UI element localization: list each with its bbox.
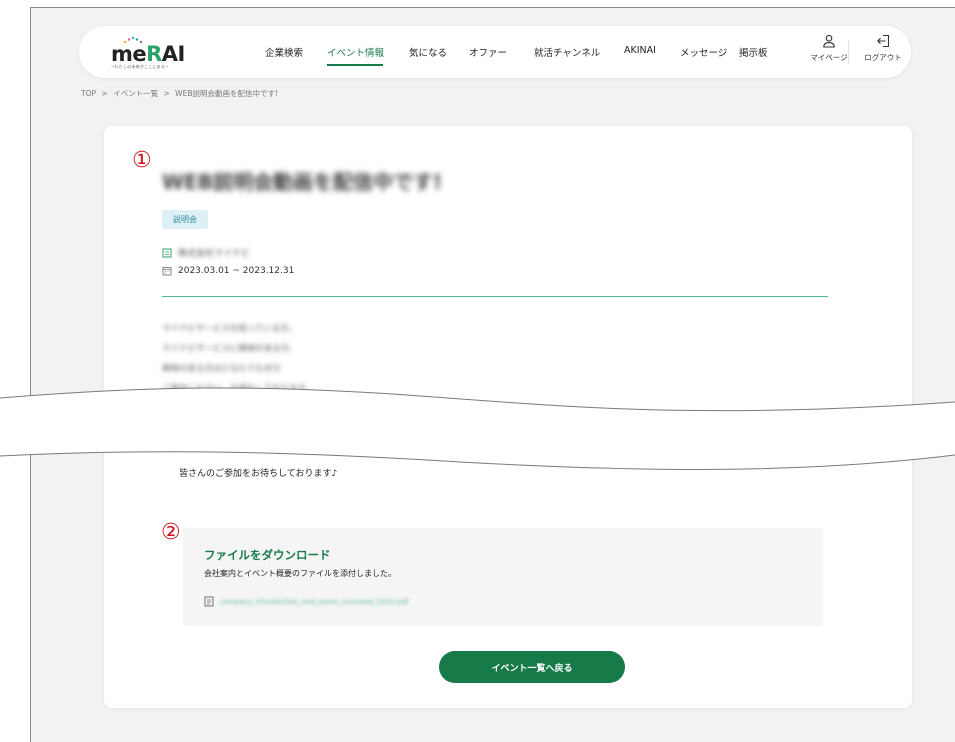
merai-logo[interactable]: meRAI ~わたしの未来がここにある~ — [111, 34, 187, 72]
annotation-marker-1: ① — [132, 148, 152, 173]
nav-job-channel[interactable]: 就活チャンネル — [534, 45, 600, 59]
site-header: meRAI ~わたしの未来がここにある~ 企業検索 イベント情報 気になる オフ… — [79, 26, 911, 78]
section-divider — [162, 296, 828, 297]
event-company-name[interactable]: 株式会社マイナビ — [178, 246, 250, 259]
active-nav-underline — [327, 64, 383, 66]
user-icon — [823, 34, 835, 48]
nav-company-search[interactable]: 企業検索 — [265, 45, 303, 59]
nav-offers[interactable]: オファー — [469, 45, 507, 59]
download-description: 会社案内とイベント概要のファイルを添付しました。 — [204, 569, 396, 578]
event-body-line: ご参加ください。お待ちしております。 — [162, 384, 314, 394]
breadcrumb-separator: > — [101, 89, 108, 98]
logo-wordmark: meRAI — [111, 42, 185, 66]
back-to-event-list-button[interactable]: イベント一覧へ戻る — [439, 651, 625, 683]
breadcrumb-current: WEB説明会動画を配信中です! — [175, 89, 278, 98]
mypage-label: マイページ — [810, 53, 848, 62]
event-closing-text: 皆さんのご参加をお待ちしております♪ — [179, 469, 338, 479]
download-title: ファイルをダウンロード — [204, 548, 331, 562]
nav-favorites[interactable]: 気になる — [409, 45, 447, 59]
nav-board[interactable]: 掲示板 — [739, 45, 768, 59]
event-category-tag: 説明会 — [162, 210, 208, 229]
logo-tagline: ~わたしの未来がここにある~ — [111, 64, 169, 69]
event-period-row: 2023.03.01 ~ 2023.12.31 — [162, 266, 294, 276]
download-file-link[interactable]: company_introduction_and_event_overview_… — [204, 596, 408, 607]
event-title: WEB説明会動画を配信中です! — [162, 170, 443, 194]
browser-viewport: meRAI ~わたしの未来がここにある~ 企業検索 イベント情報 気になる オフ… — [30, 7, 955, 742]
calendar-icon — [162, 267, 172, 276]
nav-akinai[interactable]: AKINAI — [624, 45, 656, 56]
header-separator — [848, 40, 849, 64]
event-body-line: マイナビサービスを知っている方、 — [162, 324, 298, 334]
breadcrumb-event-list[interactable]: イベント一覧 — [113, 89, 158, 98]
annotation-marker-2: ② — [161, 520, 181, 545]
nav-messages[interactable]: メッセージ — [680, 45, 727, 59]
event-period: 2023.03.01 ~ 2023.12.31 — [178, 266, 295, 276]
logout-icon — [877, 34, 890, 48]
event-company-row: 株式会社マイナビ — [162, 246, 250, 259]
download-section: ② ファイルをダウンロード 会社案内とイベント概要のファイルを添付しました。 c… — [161, 522, 823, 626]
event-body-line: マイナビサービスに興味がある方、 — [162, 344, 298, 354]
breadcrumb-top[interactable]: TOP — [81, 89, 96, 98]
file-icon — [204, 596, 214, 607]
event-detail-card: ① WEB説明会動画を配信中です! 説明会 株式会社マイナビ 2023.03.0… — [104, 126, 912, 708]
event-body-line: 興味のある方はどなたでもぜひ — [162, 364, 281, 374]
download-file-name[interactable]: company_introduction_and_event_overview_… — [220, 598, 408, 606]
breadcrumb-separator: > — [163, 89, 170, 98]
nav-event-info[interactable]: イベント情報 — [327, 45, 384, 59]
breadcrumb: TOP > イベント一覧 > WEB説明会動画を配信中です! — [81, 88, 281, 99]
logout-button[interactable]: ログアウト — [861, 34, 905, 70]
building-icon — [162, 248, 172, 257]
mypage-button[interactable]: マイページ — [807, 34, 851, 70]
logout-label: ログアウト — [864, 53, 902, 62]
